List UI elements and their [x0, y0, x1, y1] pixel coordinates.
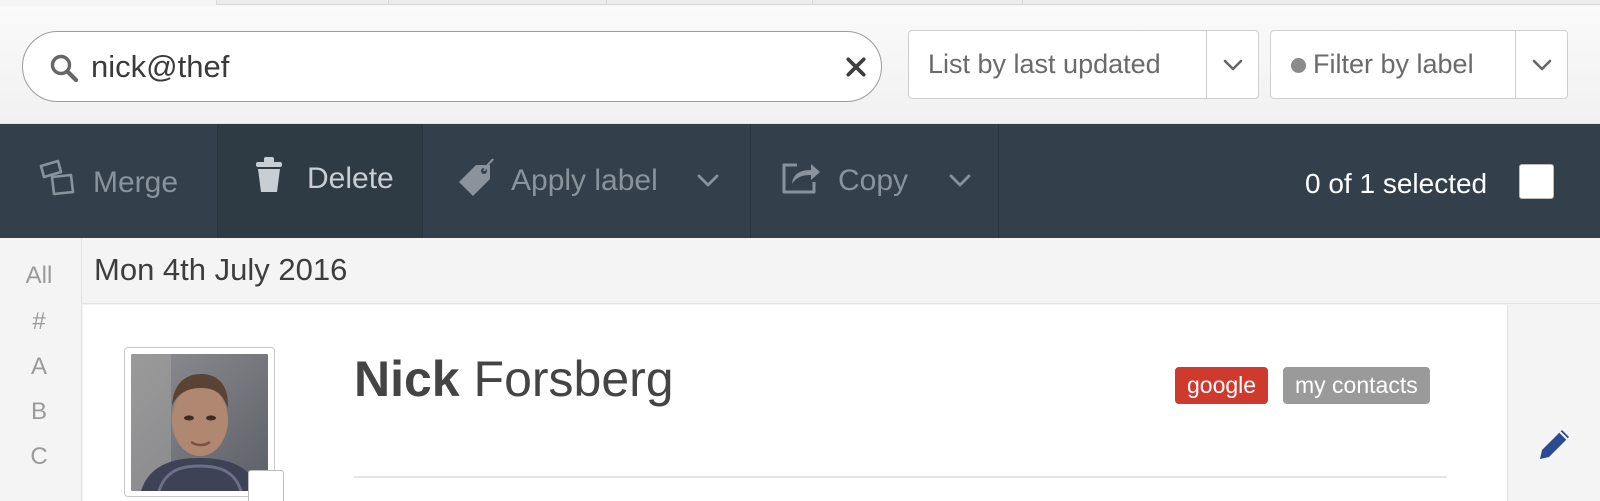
sort-dropdown[interactable]: List by last updated	[908, 30, 1259, 99]
clear-search-icon[interactable]	[841, 52, 871, 82]
search-box[interactable]	[22, 31, 882, 102]
chevron-down-icon[interactable]	[1206, 31, 1258, 98]
contact-name[interactable]: Nick Forsberg	[354, 350, 674, 408]
search-row: List by last updated Filter by label	[0, 6, 1600, 124]
index-b[interactable]: B	[0, 398, 78, 426]
contact-first-name: Nick	[354, 351, 460, 407]
chevron-down-icon[interactable]	[1515, 31, 1567, 98]
card-actions	[1507, 305, 1600, 501]
selection-count: 0 of 1 selected	[1305, 168, 1488, 199]
chevron-down-icon[interactable]	[697, 174, 719, 188]
search-icon	[50, 54, 79, 83]
delete-label: Delete	[307, 162, 394, 195]
search-input[interactable]	[91, 46, 791, 88]
date-group-header: Mon 4th July 2016	[82, 238, 1600, 304]
index-all[interactable]: All	[0, 262, 78, 290]
merge-label: Merge	[93, 166, 179, 199]
tab[interactable]	[388, 0, 606, 5]
share-icon	[782, 163, 820, 194]
index-a[interactable]: A	[0, 353, 78, 381]
label-badge-my-contacts[interactable]: my contacts	[1283, 367, 1430, 404]
apply-label-button[interactable]: Apply label	[423, 124, 751, 238]
action-toolbar: Merge Delete Apply label Copy 0 of 1 sel…	[0, 124, 1600, 238]
index-hash[interactable]: #	[0, 308, 78, 336]
label-dot-icon	[1291, 58, 1306, 73]
tab[interactable]	[606, 0, 812, 5]
index-c[interactable]: C	[0, 443, 78, 471]
select-all-checkbox[interactable]	[1519, 164, 1554, 199]
sort-dropdown-label: List by last updated	[928, 49, 1161, 79]
label-filter-dropdown[interactable]: Filter by label	[1270, 30, 1568, 99]
copy-button[interactable]: Copy	[751, 124, 999, 238]
date-label: Mon 4th July 2016	[94, 252, 348, 287]
pencil-icon[interactable]	[1536, 425, 1574, 463]
chevron-down-icon[interactable]	[949, 174, 971, 188]
label-badge-google[interactable]: google	[1175, 367, 1269, 404]
tab[interactable]	[1022, 0, 1600, 5]
copy-label: Copy	[838, 164, 909, 197]
tab[interactable]	[812, 0, 1022, 5]
apply-label-label: Apply label	[511, 164, 658, 197]
merge-icon	[39, 159, 75, 196]
label-filter-label: Filter by label	[1313, 49, 1474, 79]
trash-icon	[256, 157, 282, 192]
merge-button[interactable]: Merge	[0, 124, 218, 238]
divider	[354, 476, 1447, 478]
contact-select-checkbox[interactable]	[248, 470, 284, 501]
alphabet-index: All # A B C	[0, 238, 82, 501]
tab[interactable]	[216, 0, 388, 5]
delete-button[interactable]: Delete	[218, 124, 423, 238]
contact-last-name: Forsberg	[473, 351, 674, 407]
avatar-photo	[131, 354, 268, 491]
tag-icon	[459, 158, 494, 196]
